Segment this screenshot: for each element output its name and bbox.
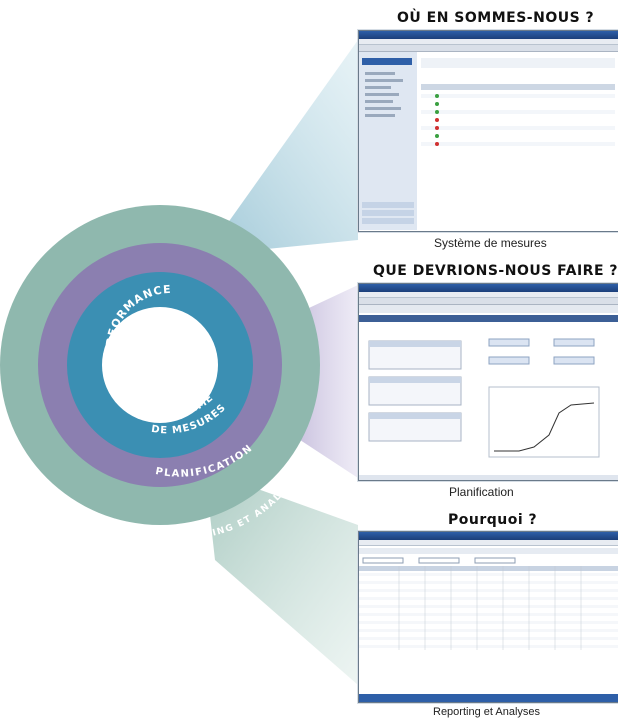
screenshot-planification	[358, 283, 618, 481]
caption-planification: Planification	[449, 485, 514, 499]
planification-ui-placeholder	[359, 305, 618, 480]
screenshot-mesures	[358, 30, 618, 232]
caption-reporting: Reporting et Analyses	[433, 706, 541, 718]
heading-mesures: OÙ EN SOMMES-NOUS ?	[397, 10, 595, 26]
mesures-ui-placeholder	[359, 52, 615, 230]
screenshot-reporting	[358, 531, 618, 703]
caption-mesures: Système de mesures	[434, 236, 547, 250]
reporting-ui-placeholder	[359, 548, 618, 702]
heading-pourquoi: Pourquoi ?	[448, 512, 538, 528]
heading-planification: QUE DEVRIONS-NOUS FAIRE ?	[373, 263, 618, 279]
